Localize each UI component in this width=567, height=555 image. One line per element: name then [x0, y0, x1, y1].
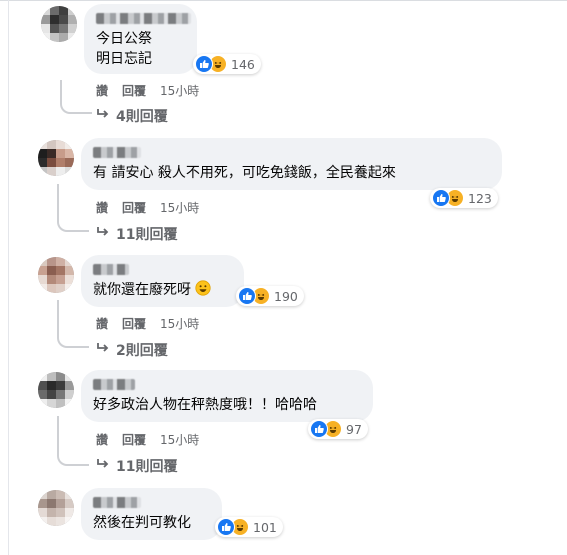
like-button[interactable]: 讚 — [96, 199, 108, 216]
comment-text: 今日公祭 明日忘記 — [96, 31, 152, 67]
reply-arrow-icon — [96, 226, 110, 242]
view-replies-link[interactable]: 11則回覆 — [96, 224, 177, 244]
like-button[interactable]: 讚 — [96, 431, 108, 448]
timestamp[interactable]: 15小時 — [160, 431, 199, 448]
thread-connector — [57, 300, 89, 348]
comment-actions: 讚 回覆 15小時 — [96, 82, 199, 99]
reaction-count: 101 — [253, 519, 277, 535]
comment-bubble: 好多政治人物在秤熱度哦！！哈哈哈 — [81, 370, 373, 422]
comment-bubble: 就你還在廢死呀 — [81, 255, 244, 307]
comment-actions: 讚 回覆 15小時 — [96, 199, 199, 216]
reply-button[interactable]: 回覆 — [122, 82, 146, 99]
reply-arrow-icon — [96, 458, 110, 474]
replies-label: 11則回覆 — [116, 227, 178, 243]
timestamp[interactable]: 15小時 — [160, 315, 199, 332]
reaction-count: 123 — [468, 190, 492, 206]
reaction-summary[interactable]: 146 — [193, 54, 261, 74]
left-border — [8, 0, 9, 555]
author-name-redacted[interactable] — [93, 497, 141, 508]
thumbs-up-icon — [310, 420, 328, 438]
reaction-summary[interactable]: 101 — [215, 517, 283, 537]
reaction-count: 146 — [231, 56, 255, 72]
thumbs-up-icon — [432, 189, 450, 207]
reaction-count: 190 — [274, 288, 298, 304]
top-border — [0, 0, 567, 1]
comment-text: 好多政治人物在秤熱度哦！！哈哈哈 — [93, 397, 317, 413]
reply-arrow-icon — [96, 108, 110, 124]
reply-button[interactable]: 回覆 — [122, 199, 146, 216]
reply-button[interactable]: 回覆 — [122, 315, 146, 332]
like-button[interactable]: 讚 — [96, 315, 108, 332]
avatar[interactable] — [38, 490, 74, 526]
reply-arrow-icon — [96, 342, 110, 358]
reply-button[interactable]: 回覆 — [122, 431, 146, 448]
avatar[interactable] — [41, 6, 77, 42]
avatar[interactable] — [38, 257, 74, 293]
comment-bubble: 然後在判可教化 — [81, 488, 222, 540]
reaction-summary[interactable]: 97 — [308, 419, 368, 439]
replies-label: 11則回覆 — [116, 459, 178, 475]
avatar[interactable] — [38, 140, 74, 176]
reaction-summary[interactable]: 190 — [236, 286, 304, 306]
comment-bubble: 今日公祭 明日忘記 — [84, 4, 197, 74]
reaction-count: 97 — [346, 421, 362, 437]
thumbs-up-icon — [238, 287, 256, 305]
like-button[interactable]: 讚 — [96, 82, 108, 99]
comment-actions: 讚 回覆 15小時 — [96, 315, 199, 332]
comment-actions: 讚 回覆 15小時 — [96, 431, 199, 448]
thumbs-up-icon — [217, 518, 235, 536]
replies-label: 2則回覆 — [116, 343, 168, 359]
replies-label: 4則回覆 — [116, 109, 168, 125]
comment-text: 有 請安心 殺人不用死，可吃免錢飯，全民養起來 — [93, 165, 396, 181]
timestamp[interactable]: 15小時 — [160, 199, 199, 216]
thread-connector — [57, 184, 89, 232]
comment-bubble: 有 請安心 殺人不用死，可吃免錢飯，全民養起來 — [81, 138, 502, 190]
author-name-redacted[interactable] — [93, 379, 135, 390]
avatar[interactable] — [38, 372, 74, 408]
thread-connector — [57, 416, 89, 466]
timestamp[interactable]: 15小時 — [160, 82, 199, 99]
author-name-redacted[interactable] — [96, 13, 191, 24]
thread-connector — [60, 80, 92, 114]
reaction-summary[interactable]: 123 — [430, 188, 498, 208]
smiley-emoji-icon — [195, 280, 211, 302]
view-replies-link[interactable]: 4則回覆 — [96, 106, 168, 126]
view-replies-link[interactable]: 11則回覆 — [96, 456, 177, 476]
thumbs-up-icon — [195, 55, 213, 73]
comment-text: 就你還在廢死呀 — [93, 280, 232, 302]
view-replies-link[interactable]: 2則回覆 — [96, 340, 168, 360]
author-name-redacted[interactable] — [93, 147, 141, 158]
author-name-redacted[interactable] — [93, 264, 129, 275]
comment-text: 然後在判可教化 — [93, 515, 191, 531]
